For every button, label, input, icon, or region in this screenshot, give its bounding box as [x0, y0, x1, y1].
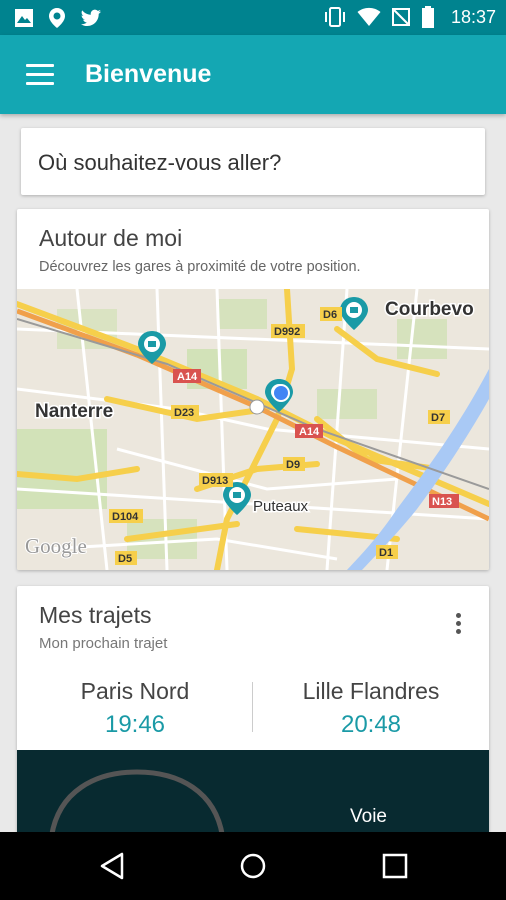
road-label-d992: D992 [274, 326, 300, 338]
road-label-d7: D7 [431, 412, 445, 424]
back-icon[interactable] [98, 851, 128, 881]
search-card[interactable]: Où souhaitez-vous aller? [21, 128, 485, 195]
wifi-icon [357, 7, 381, 26]
origin-station[interactable]: Paris Nord 19:46 [17, 678, 253, 739]
trips-title: Mes trajets [39, 602, 152, 628]
battery-icon [421, 6, 434, 28]
destination-arrival-time: 20:48 [340, 711, 402, 738]
map-canvas: A14 A14 D992 D6 D23 D913 D9 D7 N13 D104 … [17, 289, 489, 570]
my-trips-card: Mes trajets Mon prochain trajet Paris No… [17, 586, 489, 836]
navigation-bar [0, 832, 506, 900]
destination-station-name: Lille Flandres [302, 678, 440, 704]
trips-subtitle: Mon prochain trajet [39, 635, 168, 652]
search-input[interactable]: Où souhaitez-vous aller? [38, 150, 281, 176]
road-label-d23: D23 [174, 407, 194, 419]
more-vert-icon[interactable] [451, 613, 465, 637]
location-pin-icon [49, 8, 65, 28]
road-label-d913: D913 [202, 475, 228, 487]
nearby-title: Autour de moi [39, 225, 183, 251]
origin-departure-time: 19:46 [104, 711, 166, 738]
recents-icon[interactable] [380, 851, 410, 881]
trip-details-panel: Voie [17, 750, 489, 836]
twitter-icon [81, 9, 101, 26]
status-bar: 18:37 [0, 0, 506, 35]
road-label-d5: D5 [118, 553, 132, 565]
origin-station-name: Paris Nord [80, 678, 190, 704]
app-bar: Bienvenue [0, 35, 506, 114]
home-icon[interactable] [238, 851, 268, 881]
status-time: 18:37 [450, 6, 496, 27]
nearby-stations-card: Autour de moi Découvrez les gares à prox… [17, 209, 489, 570]
nearby-map[interactable]: A14 A14 D992 D6 D23 D913 D9 D7 N13 D104 … [17, 289, 489, 570]
map-label-nanterre: Nanterre [35, 401, 113, 422]
google-logo: Google [25, 534, 87, 558]
countdown-ring [49, 769, 225, 836]
road-label-a14-2: A14 [299, 426, 320, 438]
page-title: Bienvenue [85, 60, 212, 88]
road-label-a14-1: A14 [177, 371, 198, 383]
platform-label: Voie [350, 806, 387, 827]
gallery-icon [15, 9, 33, 27]
hamburger-menu-icon[interactable] [26, 64, 54, 86]
map-label-puteaux: Puteaux [253, 498, 309, 515]
road-label-d9: D9 [286, 459, 300, 471]
destination-station[interactable]: Lille Flandres 20:48 [253, 678, 489, 739]
nearby-subtitle: Découvrez les gares à proximité de votre… [39, 259, 361, 275]
road-label-n13: N13 [432, 496, 452, 508]
road-label-d104: D104 [112, 511, 139, 523]
map-label-courbevoie: Courbevo [385, 299, 474, 320]
road-label-d6: D6 [323, 309, 337, 321]
no-sim-icon [391, 8, 410, 26]
vibrate-icon [324, 7, 345, 27]
road-label-d1: D1 [379, 547, 393, 559]
